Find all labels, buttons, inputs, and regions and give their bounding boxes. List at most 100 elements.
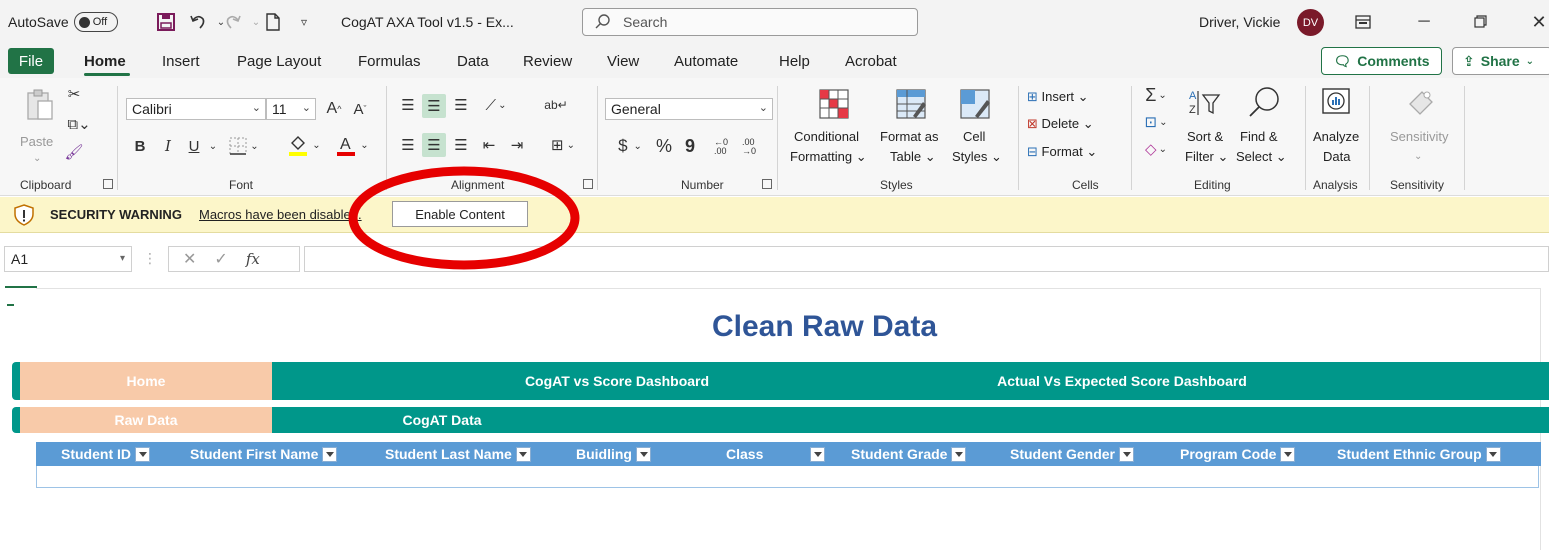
font-name-select[interactable]: Calibri ⌄ <box>126 98 266 120</box>
copy-icon[interactable]: ⧉⌄ <box>64 114 94 134</box>
clear-icon[interactable]: ◇ ⌄ <box>1140 138 1172 160</box>
format-as-table-icon[interactable] <box>893 86 929 122</box>
alignment-launcher-icon[interactable] <box>583 179 593 189</box>
tab-file[interactable]: File <box>8 48 54 74</box>
clipboard-launcher-icon[interactable] <box>103 179 113 189</box>
autosave-toggle[interactable]: Off <box>73 12 118 32</box>
ribbon-display-icon[interactable] <box>1351 10 1375 34</box>
raw-data-button[interactable]: Raw Data <box>20 407 272 433</box>
new-file-icon[interactable] <box>262 11 284 33</box>
sort-filter-icon[interactable]: AZ <box>1186 84 1222 120</box>
cell-styles-label-2[interactable]: Styles ⌄ <box>952 148 1002 166</box>
filter-dropdown-icon[interactable] <box>1119 446 1135 462</box>
customize-qat-icon[interactable]: ▿ <box>293 11 315 33</box>
bold-button[interactable]: B <box>130 135 150 157</box>
tab-insert[interactable]: Insert <box>162 53 200 70</box>
italic-button[interactable]: I <box>158 135 178 157</box>
filter-dropdown-icon[interactable] <box>322 446 338 462</box>
cogat-data-button[interactable]: CogAT Data <box>352 407 532 433</box>
minimize-icon[interactable]: ─ <box>1412 10 1436 34</box>
column-header-last-name[interactable]: Student Last Name <box>385 442 531 466</box>
font-color-icon[interactable]: A ⌄ <box>332 133 372 157</box>
paste-label[interactable]: Paste <box>20 133 53 151</box>
cut-icon[interactable]: ✂ <box>64 84 84 104</box>
class-filter[interactable] <box>806 442 825 466</box>
tab-formulas[interactable]: Formulas <box>358 53 421 70</box>
enable-content-button[interactable]: Enable Content <box>392 201 528 227</box>
format-as-table-label-2[interactable]: Table ⌄ <box>890 148 936 166</box>
cogat-vs-score-button[interactable]: CogAT vs Score Dashboard <box>452 362 782 400</box>
sensitivity-label[interactable]: Sensitivity <box>1390 128 1449 146</box>
decrease-font-size-icon[interactable]: Aˇ <box>348 98 372 120</box>
enter-icon[interactable]: ✓ <box>214 249 227 269</box>
filter-dropdown-icon[interactable] <box>135 446 150 462</box>
paste-dropdown-icon[interactable]: ⌄ <box>33 150 41 168</box>
fill-icon[interactable]: ⊡ ⌄ <box>1140 111 1172 133</box>
user-name[interactable]: Driver, Vickie <box>1199 11 1280 33</box>
column-header-ethnic-group[interactable]: Student Ethnic Group <box>1337 442 1501 466</box>
format-cells-button[interactable]: ⊟ Format ⌄ <box>1027 143 1097 161</box>
save-icon[interactable] <box>155 11 177 33</box>
delete-cells-button[interactable]: ⊠ Delete ⌄ <box>1027 115 1094 133</box>
fill-color-icon[interactable]: ⌄ <box>284 133 324 157</box>
conditional-formatting-icon[interactable] <box>816 86 852 122</box>
find-select-icon[interactable] <box>1246 84 1282 120</box>
align-top-icon[interactable]: ☰ <box>397 94 419 116</box>
align-bottom-icon[interactable]: ☰ <box>450 94 472 116</box>
worksheet[interactable]: Clean Raw Data Home CogAT vs Score Dashb… <box>0 282 1549 550</box>
column-header-gender[interactable]: Student Gender <box>1010 442 1135 466</box>
sort-filter-label[interactable]: Sort & <box>1187 128 1223 146</box>
select-all-corner[interactable] <box>5 285 37 288</box>
column-header-program-code[interactable]: Program Code <box>1180 442 1296 466</box>
tab-data[interactable]: Data <box>457 53 489 70</box>
borders-icon[interactable]: ⌄ <box>224 135 264 157</box>
comma-button[interactable]: 9 <box>680 134 700 158</box>
autosave[interactable]: AutoSave Off <box>8 11 118 33</box>
table-row[interactable] <box>36 466 1539 488</box>
macros-disabled-link[interactable]: Macros have been disabled. <box>199 207 362 222</box>
column-header-class[interactable]: Class <box>726 442 763 466</box>
conditional-formatting-label-2[interactable]: Formatting ⌄ <box>790 148 867 166</box>
find-select-label-2[interactable]: Select ⌄ <box>1236 148 1287 166</box>
insert-function-icon[interactable]: fx <box>246 250 260 268</box>
format-painter-icon[interactable]: 🖌 <box>64 142 84 162</box>
cell-styles-label[interactable]: Cell <box>963 128 985 146</box>
comments-button[interactable]: 🗨 Comments <box>1321 47 1442 75</box>
column-header-building[interactable]: Buidling <box>576 442 651 466</box>
cancel-icon[interactable]: ✕ <box>183 249 196 269</box>
tab-automate[interactable]: Automate <box>674 53 738 70</box>
format-as-table-label[interactable]: Format as <box>880 128 939 146</box>
increase-decimal-button[interactable]: ←0 .00 <box>714 136 740 158</box>
column-header-student-id[interactable]: Student ID <box>61 442 150 466</box>
close-icon[interactable]: ✕ <box>1527 10 1549 34</box>
decrease-indent-icon[interactable]: ⇤ <box>478 134 500 156</box>
avatar[interactable]: DV <box>1297 9 1324 36</box>
restore-icon[interactable] <box>1468 10 1492 34</box>
analyze-data-label[interactable]: Analyze <box>1313 128 1359 146</box>
sensitivity-dropdown-icon[interactable]: ⌄ <box>1414 148 1422 166</box>
conditional-formatting-label[interactable]: Conditional <box>794 128 859 146</box>
undo-icon[interactable] <box>187 11 209 33</box>
tab-help[interactable]: Help <box>779 53 810 70</box>
column-header-first-name[interactable]: Student First Name <box>190 442 338 466</box>
underline-button[interactable]: U <box>184 135 204 157</box>
redo-icon[interactable] <box>222 11 244 33</box>
number-launcher-icon[interactable] <box>762 179 772 189</box>
name-box[interactable]: A1 ▾ <box>4 246 132 272</box>
wrap-text-icon[interactable]: ab↵ <box>544 94 567 116</box>
filter-dropdown-icon[interactable] <box>1280 446 1296 462</box>
tab-page-layout[interactable]: Page Layout <box>237 53 321 70</box>
filter-dropdown-icon[interactable] <box>951 446 967 462</box>
analyze-data-icon[interactable] <box>1318 84 1354 120</box>
align-center-icon[interactable]: ☰ <box>422 133 446 157</box>
sort-filter-label-2[interactable]: Filter ⌄ <box>1185 148 1228 166</box>
tab-view[interactable]: View <box>607 53 639 70</box>
decrease-decimal-button[interactable]: .00 →0 <box>742 136 768 158</box>
increase-indent-icon[interactable]: ⇥ <box>506 134 528 156</box>
formula-input[interactable] <box>304 246 1549 272</box>
tab-review[interactable]: Review <box>523 53 572 70</box>
tab-acrobat[interactable]: Acrobat <box>845 53 897 70</box>
sensitivity-icon[interactable] <box>1404 84 1438 120</box>
font-size-select[interactable]: 11 ⌄ <box>266 98 316 120</box>
filter-dropdown-icon[interactable] <box>810 446 825 462</box>
